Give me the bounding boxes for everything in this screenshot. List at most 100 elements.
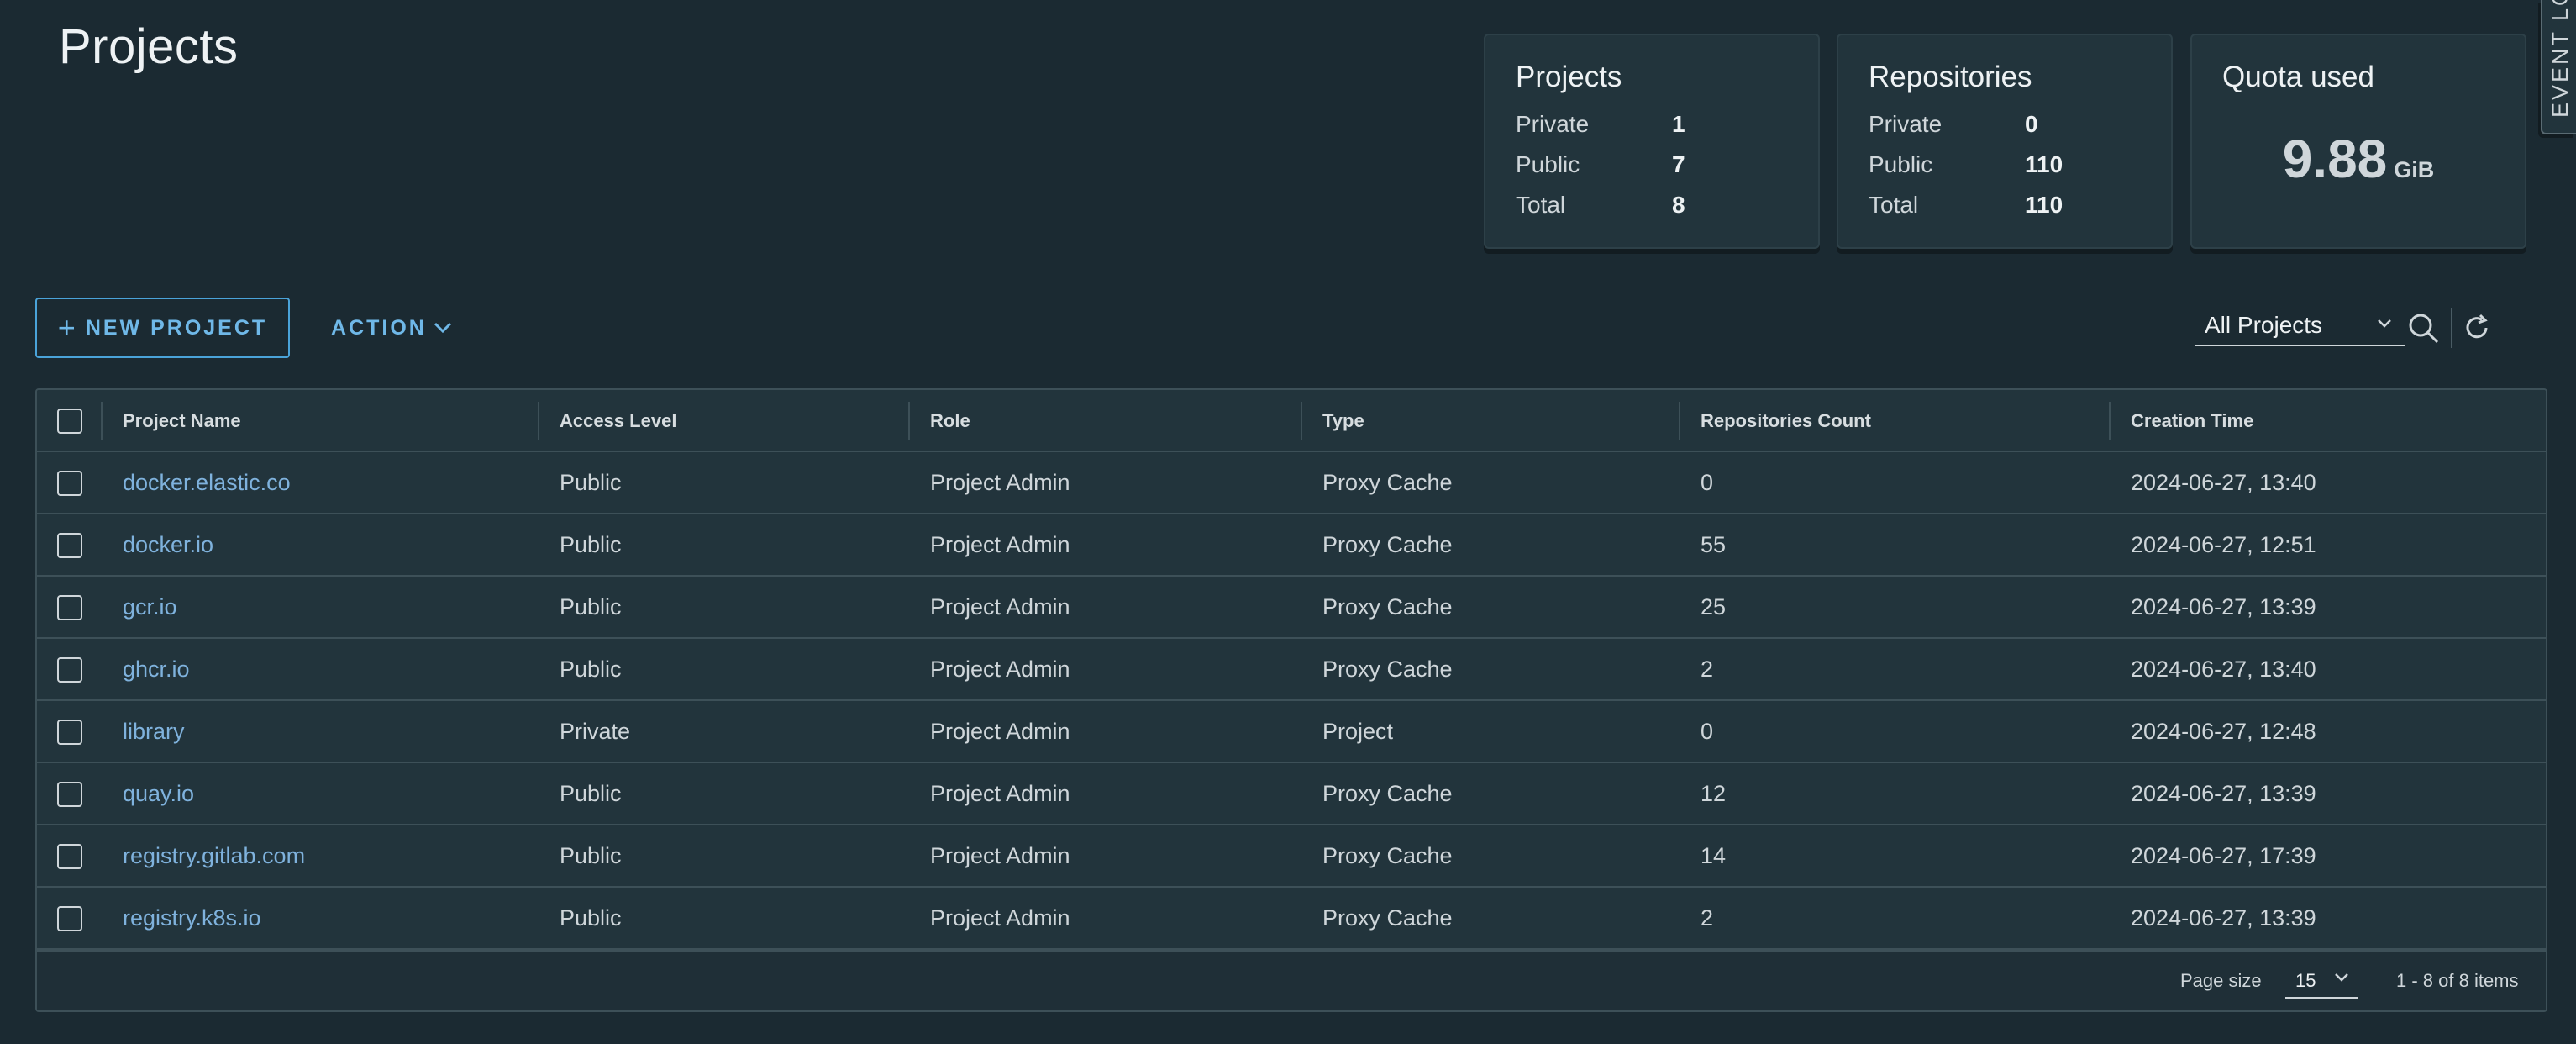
table-row: quay.io Public Project Admin Proxy Cache…: [37, 763, 2546, 825]
access-level-cell: Private: [560, 718, 631, 744]
column-header-role[interactable]: Role: [912, 390, 970, 452]
search-icon[interactable]: [2408, 313, 2440, 345]
repositories-count-cell: 0: [1701, 469, 1714, 495]
project-filter-select[interactable]: All Projects: [2195, 306, 2405, 346]
creation-time-cell: 2024-06-27, 13:39: [2131, 904, 2316, 931]
repositories-count-cell: 55: [1701, 531, 1727, 557]
row-checkbox[interactable]: [57, 657, 82, 683]
repositories-count-cell: 0: [1701, 718, 1714, 744]
stat-label: Total: [1516, 192, 1566, 218]
column-separator: [2109, 402, 2111, 440]
row-checkbox[interactable]: [57, 533, 82, 558]
quota-value: 9.88 GiB: [2192, 128, 2525, 190]
table-row: gcr.io Public Project Admin Proxy Cache …: [37, 577, 2546, 639]
creation-time-cell: 2024-06-27, 17:39: [2131, 842, 2316, 868]
repositories-count-cell: 25: [1701, 593, 1727, 620]
project-name-link[interactable]: docker.io: [104, 514, 213, 575]
stat-label: Private: [1869, 111, 1943, 137]
repositories-count-cell: 2: [1701, 656, 1714, 682]
type-cell: Proxy Cache: [1322, 904, 1453, 931]
action-dropdown[interactable]: ACTION: [331, 311, 452, 345]
repositories-summary-card: Repositories Private 0 Public 110 Total 110: [1837, 34, 2173, 249]
access-level-cell: Public: [560, 531, 622, 557]
table-footer: Page size 15 1 - 8 of 8 items: [37, 950, 2546, 1010]
column-header-project-name[interactable]: Project Name: [104, 390, 241, 452]
project-name-link[interactable]: gcr.io: [104, 577, 177, 637]
repositories-count-cell: 14: [1701, 842, 1727, 868]
column-separator: [538, 402, 539, 440]
stat-value: 1: [1672, 111, 1685, 137]
chevron-down-icon: [2335, 973, 2348, 982]
row-checkbox[interactable]: [57, 844, 82, 869]
plus-icon: +: [57, 310, 76, 345]
stat-label: Total: [1869, 192, 1919, 218]
creation-time-cell: 2024-06-27, 12:51: [2131, 531, 2316, 557]
row-checkbox[interactable]: [57, 906, 82, 931]
row-checkbox[interactable]: [57, 595, 82, 620]
stat-row-private: Private 0: [1869, 111, 2038, 138]
new-project-label: NEW PROJECT: [85, 315, 268, 340]
page-size-value: 15: [2295, 970, 2316, 991]
role-cell: Project Admin: [930, 904, 1070, 931]
event-log-tab[interactable]: EVENT LOG: [2541, 0, 2576, 134]
column-separator: [101, 402, 103, 440]
projects-table: Project Name Access Level Role Type Repo…: [35, 388, 2547, 1012]
column-separator: [1679, 402, 1680, 440]
column-header-type[interactable]: Type: [1304, 390, 1364, 452]
action-label: ACTION: [331, 315, 427, 340]
creation-time-cell: 2024-06-27, 13:39: [2131, 780, 2316, 806]
project-name-link[interactable]: registry.gitlab.com: [104, 825, 305, 886]
type-cell: Proxy Cache: [1322, 531, 1453, 557]
role-cell: Project Admin: [930, 469, 1070, 495]
type-cell: Proxy Cache: [1322, 656, 1453, 682]
project-name-link[interactable]: library: [104, 701, 185, 762]
creation-time-cell: 2024-06-27, 13:40: [2131, 469, 2316, 495]
column-separator: [1301, 402, 1302, 440]
select-all-checkbox[interactable]: [57, 409, 82, 434]
repositories-count-cell: 2: [1701, 904, 1714, 931]
column-header-repositories-count[interactable]: Repositories Count: [1682, 390, 1871, 452]
stat-label: Public: [1869, 151, 1933, 177]
stat-label: Private: [1516, 111, 1590, 137]
card-title: Projects: [1516, 61, 1622, 93]
access-level-cell: Public: [560, 469, 622, 495]
type-cell: Proxy Cache: [1322, 469, 1453, 495]
table-header: Project Name Access Level Role Type Repo…: [37, 390, 2546, 452]
project-name-link[interactable]: ghcr.io: [104, 639, 190, 699]
page-title: Projects: [59, 19, 239, 74]
stat-value: 0: [2025, 111, 2038, 137]
column-header-creation-time[interactable]: Creation Time: [2112, 390, 2253, 452]
project-name-link[interactable]: docker.elastic.co: [104, 452, 291, 513]
refresh-icon[interactable]: [2462, 313, 2492, 343]
stat-row-public: Public 110: [1869, 151, 2063, 178]
row-checkbox[interactable]: [57, 720, 82, 745]
access-level-cell: Public: [560, 593, 622, 620]
chevron-down-icon: [434, 322, 451, 334]
filter-value: All Projects: [2205, 312, 2323, 338]
row-checkbox[interactable]: [57, 471, 82, 496]
stat-value: 110: [2025, 151, 2063, 177]
column-header-access-level[interactable]: Access Level: [541, 390, 676, 452]
project-name-link[interactable]: quay.io: [104, 763, 194, 824]
stat-value: 8: [1672, 192, 1685, 218]
new-project-button[interactable]: + NEW PROJECT: [35, 298, 290, 358]
stat-row-public: Public 7: [1516, 151, 1685, 178]
table-row: docker.elastic.co Public Project Admin P…: [37, 452, 2546, 514]
quota-number: 9.88: [2282, 129, 2388, 189]
toolbar-divider: [2451, 308, 2452, 348]
quota-unit: GiB: [2394, 157, 2435, 182]
access-level-cell: Public: [560, 780, 622, 806]
stat-value: 110: [2025, 192, 2063, 218]
row-checkbox[interactable]: [57, 782, 82, 807]
type-cell: Proxy Cache: [1322, 780, 1453, 806]
page-size-select[interactable]: 15: [2285, 962, 2358, 999]
type-cell: Project: [1322, 718, 1394, 744]
project-name-link[interactable]: registry.k8s.io: [104, 888, 261, 948]
column-separator: [908, 402, 910, 440]
table-row: docker.io Public Project Admin Proxy Cac…: [37, 514, 2546, 577]
role-cell: Project Admin: [930, 656, 1070, 682]
quota-summary-card: Quota used 9.88 GiB: [2190, 34, 2526, 249]
role-cell: Project Admin: [930, 593, 1070, 620]
stat-row-private: Private 1: [1516, 111, 1685, 138]
role-cell: Project Admin: [930, 842, 1070, 868]
